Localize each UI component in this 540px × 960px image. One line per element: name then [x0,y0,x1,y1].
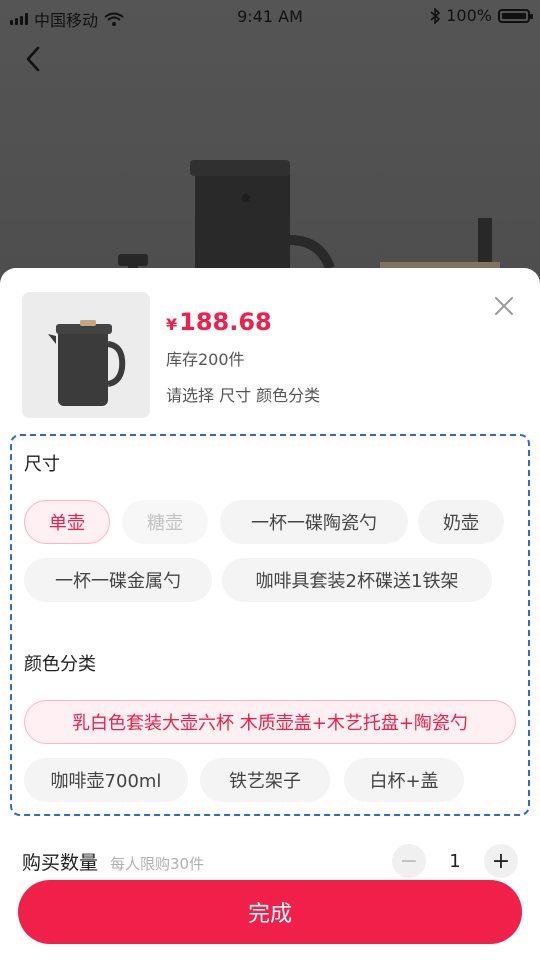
purchase-limit: 每人限购30件 [110,855,205,873]
quantity-stepper: − 1 + [392,844,518,878]
sku-selection-sheet: ¥ 188.68 库存200件 请选择 尺寸 颜色分类 尺寸 单壶 糖壶 一杯一… [0,268,540,960]
color-option-3[interactable]: 白杯+盖 [344,758,464,802]
quantity-label: 购买数量 [22,852,99,874]
quantity-row: 购买数量 每人限购30件 [22,848,204,875]
size-option-0[interactable]: 单壶 [24,500,110,544]
product-thumbnail [22,292,150,418]
selection-hint: 请选择 尺寸 颜色分类 [166,386,321,405]
status-right: 100% [430,6,533,25]
stock-label: 库存200件 [166,350,245,369]
size-option-2[interactable]: 一杯一碟陶瓷勺 [220,500,408,544]
color-option-0[interactable]: 乳白色套装大壶六杯 木质壶盖+木艺托盘+陶瓷勺 [24,700,516,744]
size-group-title: 尺寸 [24,454,60,475]
color-group-title: 颜色分类 [24,654,96,675]
quantity-value: 1 [449,850,461,872]
bluetooth-icon [430,7,441,24]
close-icon[interactable] [494,296,514,316]
battery-percent: 100% [446,6,492,25]
color-option-2[interactable]: 铁艺架子 [200,758,330,802]
price-value: 188.68 [179,308,272,336]
price: ¥ 188.68 [166,308,272,336]
increment-button[interactable]: + [484,844,518,878]
decrement-button[interactable]: − [392,844,426,878]
chevron-left-icon[interactable] [18,42,52,76]
size-option-4[interactable]: 一杯一碟金属勺 [24,558,212,602]
size-option-3[interactable]: 奶壶 [418,500,504,544]
done-button[interactable]: 完成 [18,880,522,944]
size-option-1[interactable]: 糖壶 [122,500,208,544]
battery-icon [498,8,533,23]
color-option-1[interactable]: 咖啡壶700ml [24,758,188,802]
status-bar: 中国移动 9:41 AM 100% [0,0,540,32]
options-panel: 尺寸 单壶 糖壶 一杯一碟陶瓷勺 奶壶 一杯一碟金属勺 咖啡具套装2杯碟送1铁架… [10,434,530,816]
currency-symbol: ¥ [166,315,178,334]
size-option-5[interactable]: 咖啡具套装2杯碟送1铁架 [222,558,492,602]
